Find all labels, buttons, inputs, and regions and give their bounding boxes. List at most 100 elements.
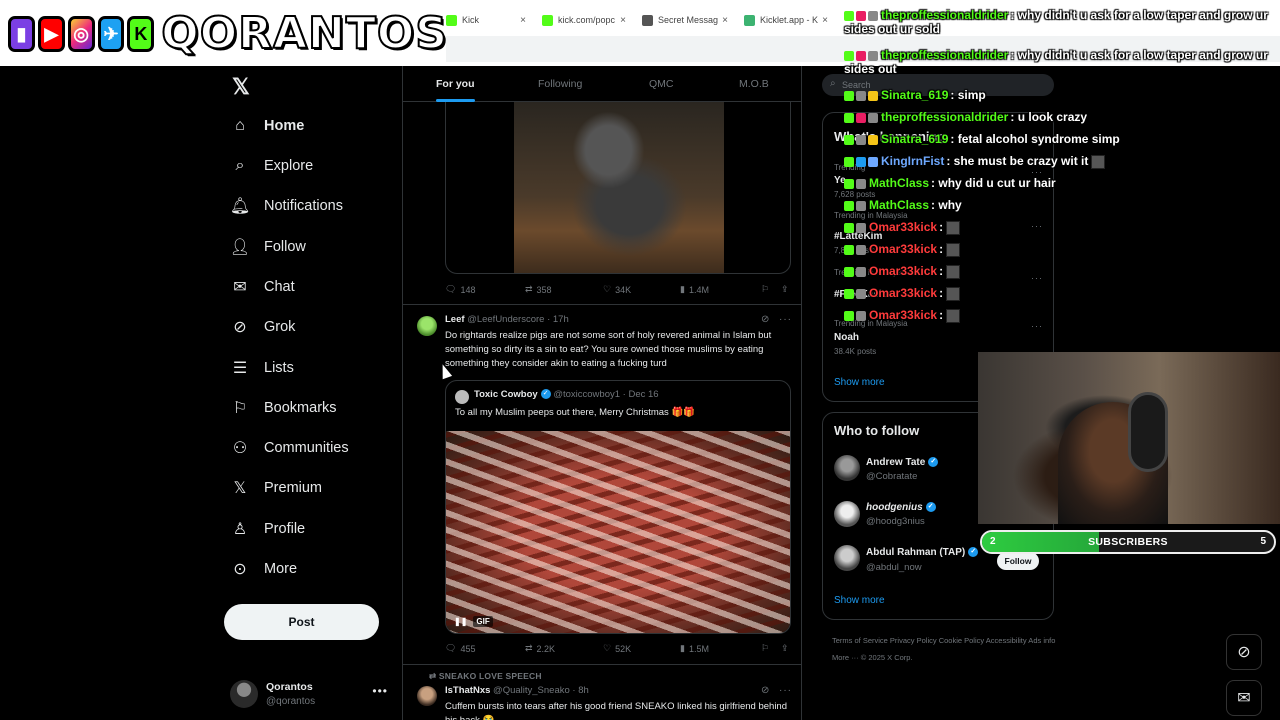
avatar[interactable] <box>834 545 860 571</box>
nav-communities[interactable]: ⚇ Communities <box>230 433 349 463</box>
suggested-user-name[interactable]: Andrew Tate ✓ <box>866 457 939 468</box>
footer-links[interactable]: Terms of Service Privacy Policy Cookie P… <box>832 632 1057 666</box>
nav-more[interactable]: ⊙ More <box>230 554 297 584</box>
author-name[interactable]: IsThatNxs <box>445 685 490 696</box>
close-tab-icon[interactable]: × <box>822 15 828 26</box>
nav-grok[interactable]: ⊘ Grok <box>230 312 295 342</box>
browser-tab[interactable]: Kicklet.app - K × <box>744 10 828 30</box>
nav-chat[interactable]: ✉ Chat <box>230 272 294 302</box>
suggested-user-name[interactable]: hoodgenius ✓ <box>866 502 936 513</box>
more-icon[interactable]: ··· <box>779 314 792 325</box>
communities-icon: ⚇ <box>232 440 248 457</box>
repost-button[interactable]: ⇄ 2.2K <box>525 643 555 654</box>
post-actions: 🗨︎ 455 ⇄ 2.2K ♡ 52K ▮ 1.5M ⚐ ⇪ <box>445 643 791 659</box>
browser-tab[interactable]: kick.com/popc × <box>542 10 626 30</box>
close-tab-icon[interactable]: × <box>722 15 728 26</box>
webcam-feed <box>978 352 1280 524</box>
post-media-image[interactable] <box>445 102 791 274</box>
messages-fab-button[interactable]: ✉ <box>1226 680 1262 716</box>
author-name[interactable]: Leef <box>445 314 465 325</box>
quote-author-name: Toxic Cowboy <box>474 389 538 400</box>
nav-premium[interactable]: 𝕏 Premium <box>230 473 322 503</box>
chat-message: Omar33kick: <box>844 242 961 257</box>
like-button[interactable]: ♡ 34K <box>603 284 631 295</box>
browser-tab[interactable]: Secret Messag × <box>642 10 728 30</box>
bookmark-button[interactable]: ⚐ <box>761 643 769 654</box>
avatar <box>455 390 469 404</box>
tab-qmc[interactable]: QMC <box>649 66 674 102</box>
reply-button[interactable]: 🗨︎ 455 <box>445 643 475 654</box>
nav-notifications[interactable]: 🔔︎ Notifications <box>230 191 343 221</box>
avatar[interactable] <box>417 686 437 706</box>
nav-profile[interactable]: ♙ Profile <box>230 514 305 544</box>
nav-bookmarks[interactable]: ⚐ Bookmarks <box>230 393 337 423</box>
kick-icon: K <box>127 16 155 52</box>
grok-icon[interactable]: ⊘ <box>761 685 769 696</box>
like-button[interactable]: ♡ 52K <box>603 643 631 654</box>
bacon-gif[interactable]: ❚❚ GIF <box>446 431 790 633</box>
quoted-tweet[interactable]: Toxic Cowboy ✓ @toxiccowboy1 · Dec 16 To … <box>445 380 791 634</box>
tweet-time[interactable]: 8h <box>578 685 589 696</box>
x-premium-icon: 𝕏 <box>233 480 247 497</box>
avatar[interactable] <box>834 501 860 527</box>
mail-icon: ✉ <box>1237 690 1251 707</box>
repost-button[interactable]: ⇄ 358 <box>525 284 552 295</box>
feed-tabs: For you Following QMC M.O.B <box>403 66 801 102</box>
close-tab-icon[interactable]: × <box>520 15 526 26</box>
browser-tab[interactable]: Kick × <box>446 10 526 30</box>
close-tab-icon[interactable]: × <box>620 15 626 26</box>
verified-badge-icon: ✓ <box>928 457 939 468</box>
account-handle: @qorantos <box>266 696 316 707</box>
post-button[interactable]: Post <box>224 604 379 640</box>
reply-button[interactable]: 🗨︎ 148 <box>445 284 475 295</box>
avatar[interactable] <box>834 455 860 481</box>
repost-context[interactable]: ⇄ SNEAKO LOVE SPEECH <box>429 671 542 682</box>
quote-author-handle: @toxiccowboy1 <box>553 389 621 400</box>
nav-explore[interactable]: ⌕ Explore <box>230 151 314 181</box>
more-dots-icon[interactable]: ••• <box>372 684 388 698</box>
emote-icon <box>946 308 961 323</box>
chat-badges <box>844 50 878 61</box>
suggested-user-name[interactable]: Abdul Rahman (TAP) ✓ <box>866 547 979 558</box>
repost-icon: ⇄ <box>525 643 533 653</box>
reply-icon: 🗨︎ <box>445 284 457 294</box>
author-handle[interactable]: @Quality_Sneako <box>493 685 570 696</box>
account-name: Qorantos <box>266 681 313 693</box>
views-button[interactable]: ▮ 1.4M <box>680 284 709 295</box>
list-icon: ☰ <box>232 360 248 377</box>
chat-message: theproffessionaldrider: why didn't u ask… <box>844 8 1268 36</box>
tab-mob[interactable]: M.O.B <box>739 66 769 102</box>
twitter-icon: ✈ <box>97 16 125 52</box>
grok-fab-button[interactable]: ⊘ <box>1226 634 1262 670</box>
show-more-link[interactable]: Show more <box>834 377 885 388</box>
quote-text: To all my Muslim peeps out there, Merry … <box>455 407 696 418</box>
bookmark-button[interactable]: ⚐ <box>761 284 769 295</box>
pause-icon[interactable]: ❚❚ <box>454 617 467 626</box>
share-button[interactable]: ⇪ <box>781 643 789 654</box>
tweet-time[interactable]: 17h <box>553 314 569 325</box>
twitch-icon: ▮ <box>8 16 35 52</box>
grok-icon: ⊘ <box>1237 644 1251 661</box>
headset-shape <box>1128 392 1168 472</box>
chat-badges <box>844 134 878 145</box>
author-handle[interactable]: @LeefUnderscore <box>467 314 544 325</box>
nav-lists[interactable]: ☰ Lists <box>230 353 294 383</box>
chat-badges <box>844 310 866 321</box>
tab-for-you[interactable]: For you <box>436 66 475 102</box>
nav-home[interactable]: ⌂ Home <box>230 111 304 141</box>
search-icon: ⌕ <box>235 157 245 174</box>
show-more-link[interactable]: Show more <box>834 595 885 606</box>
avatar[interactable] <box>417 316 437 336</box>
share-button[interactable]: ⇪ <box>781 284 789 295</box>
account-switcher[interactable]: Qorantos @qorantos ••• <box>230 678 390 712</box>
nav-follow[interactable]: 👤︎ Follow <box>230 232 306 262</box>
x-logo-icon[interactable]: 𝕏 <box>232 74 250 100</box>
tab-following[interactable]: Following <box>538 66 582 102</box>
stream-chat-overlay: theproffessionaldrider: why didn't u ask… <box>844 6 1280 336</box>
gif-label: GIF <box>473 616 493 627</box>
share-icon: ⇪ <box>781 643 789 653</box>
views-button[interactable]: ▮ 1.5M <box>680 643 709 654</box>
grok-icon[interactable]: ⊘ <box>761 314 769 325</box>
more-icon[interactable]: ··· <box>779 685 792 696</box>
follow-button[interactable]: Follow <box>997 552 1039 570</box>
